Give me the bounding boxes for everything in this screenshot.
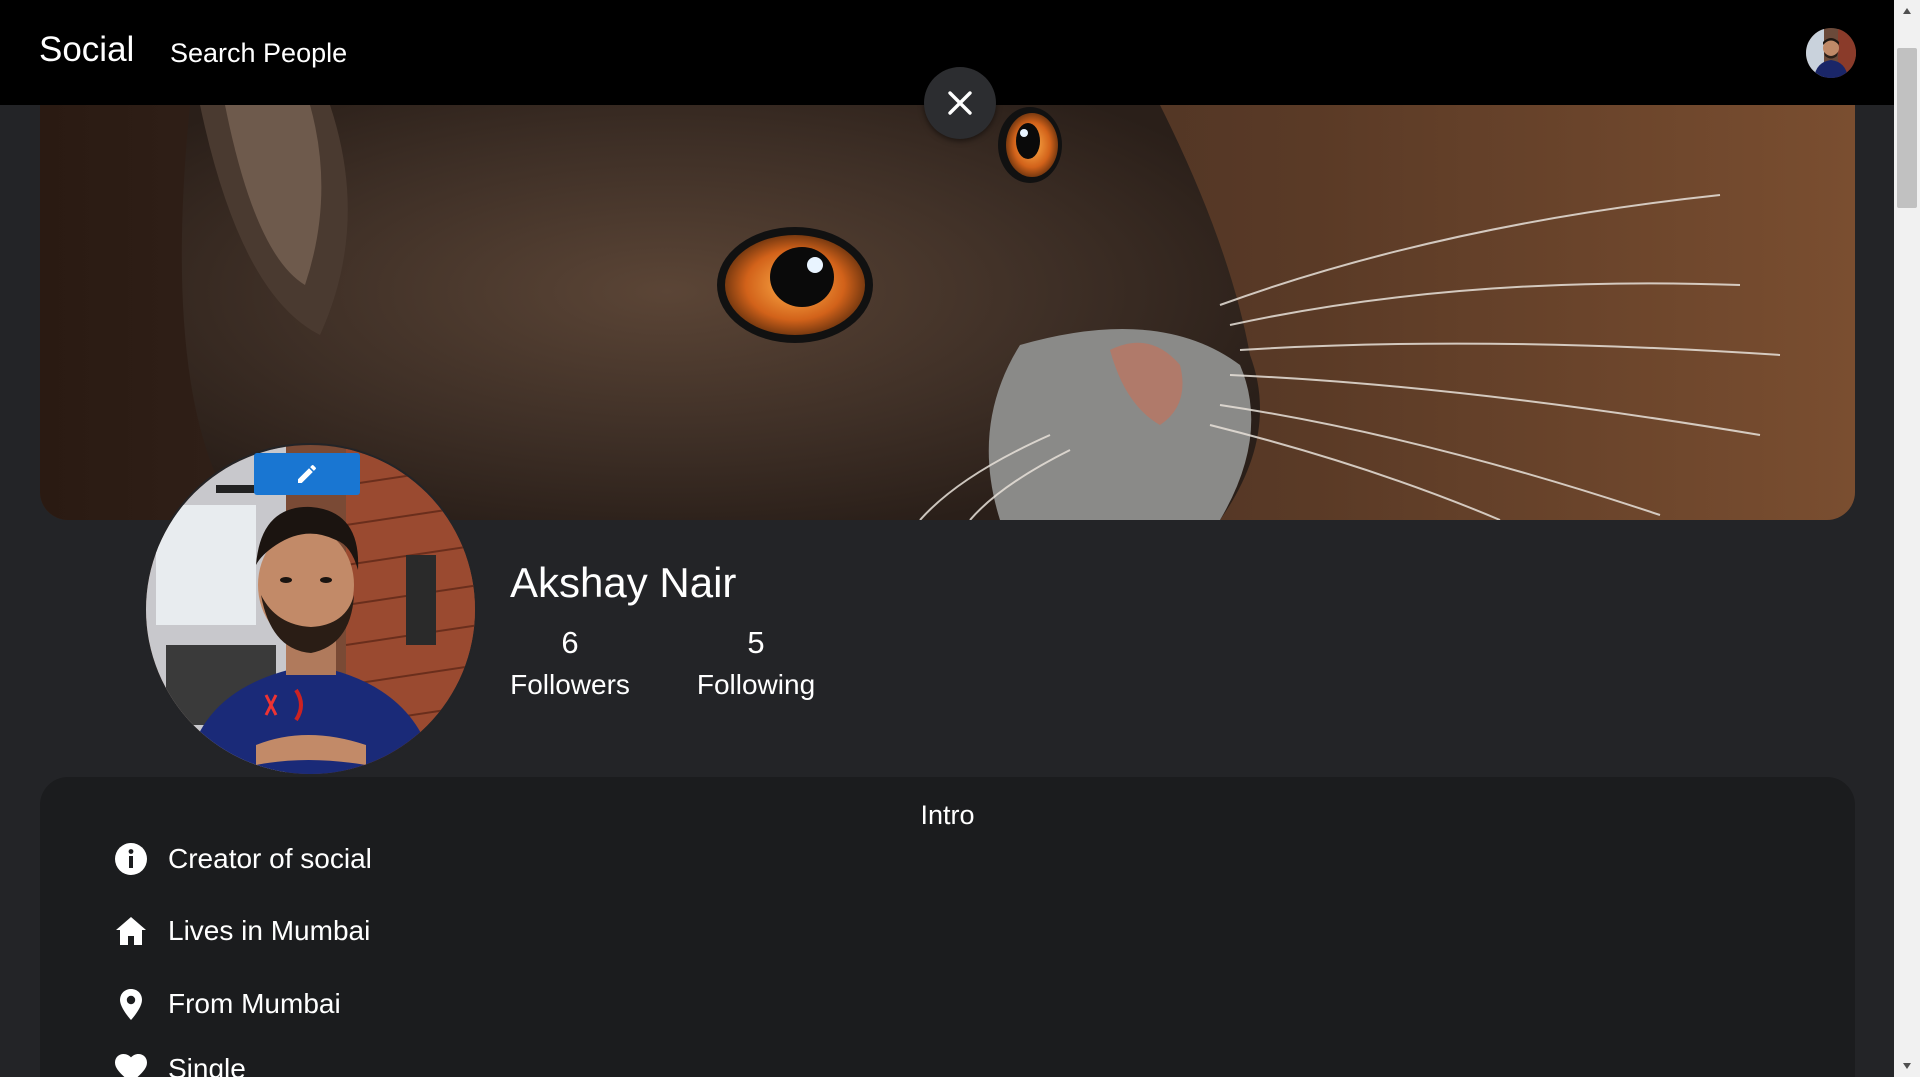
intro-card: Intro Creator of social Lives in Mumbai	[40, 777, 1855, 1077]
following-count: 5	[747, 625, 765, 660]
followers-count: 6	[561, 625, 579, 660]
intro-item-lives-in: Lives in Mumbai	[114, 911, 370, 951]
following-label: Following	[696, 669, 816, 700]
account-avatar[interactable]	[1806, 28, 1856, 78]
intro-item-text: Creator of social	[168, 843, 372, 874]
intro-item-text: From Mumbai	[168, 988, 341, 1019]
followers-label: Followers	[510, 669, 630, 700]
followers-stat[interactable]: 6 Followers	[510, 624, 630, 704]
location-pin-icon	[114, 987, 148, 1021]
intro-item-bio: Creator of social	[114, 839, 372, 879]
triangle-down-icon	[1903, 1063, 1911, 1069]
scroll-down-arrow[interactable]	[1894, 1055, 1920, 1077]
close-button[interactable]	[924, 67, 996, 139]
info-icon	[114, 842, 148, 876]
intro-item-relationship: Single	[114, 1049, 246, 1077]
viewport: Social Search People Akshay Nair 6 Follo…	[0, 0, 1894, 1077]
scroll-up-arrow[interactable]	[1894, 0, 1920, 22]
heart-icon	[114, 1052, 148, 1077]
intro-item-text: Lives in Mumbai	[168, 915, 371, 946]
triangle-up-icon	[1903, 8, 1911, 14]
search-people-link[interactable]: Search People	[170, 36, 347, 70]
edit-avatar-button[interactable]	[254, 453, 360, 495]
brand-logo[interactable]: Social	[39, 30, 134, 70]
intro-title: Intro	[920, 800, 975, 830]
following-stat[interactable]: 5 Following	[694, 624, 818, 704]
close-icon	[948, 91, 972, 115]
vertical-scrollbar[interactable]	[1894, 0, 1920, 1077]
intro-item-text: Single	[168, 1053, 246, 1077]
scroll-thumb[interactable]	[1897, 48, 1917, 208]
profile-name: Akshay Nair	[510, 559, 737, 606]
pencil-icon	[298, 464, 317, 483]
home-icon	[114, 914, 148, 948]
intro-item-from: From Mumbai	[114, 984, 341, 1024]
